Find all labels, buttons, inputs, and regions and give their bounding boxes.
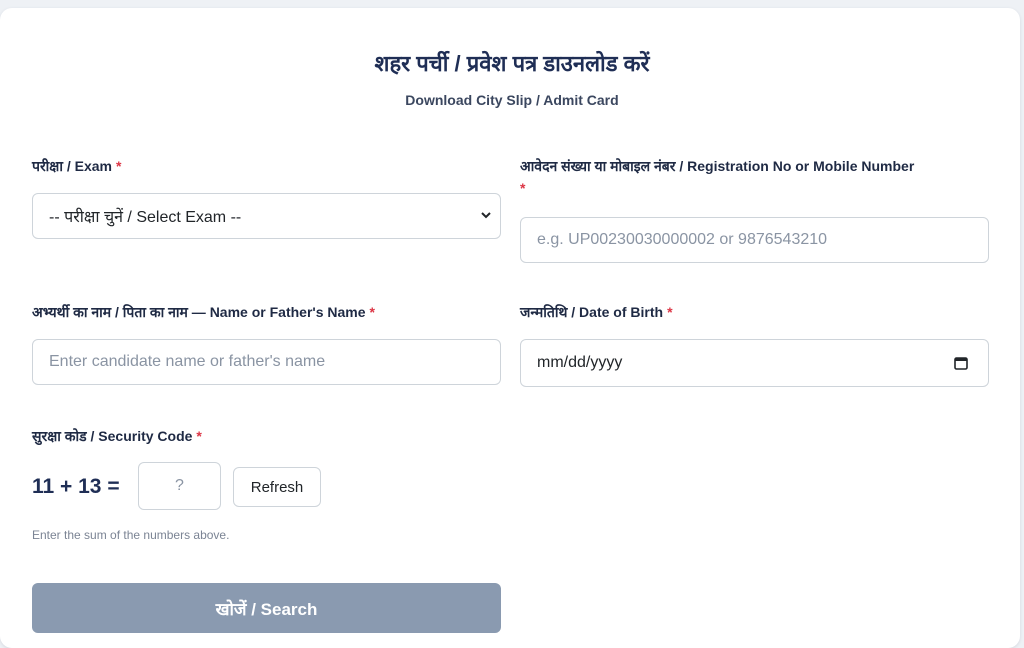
required-marker: * — [116, 158, 122, 174]
dob-label: जन्मतिथि / Date of Birth * — [520, 303, 673, 322]
name-input[interactable]: Enter candidate name or father's name — [32, 339, 501, 385]
required-marker: * — [667, 304, 673, 320]
required-marker: * — [520, 180, 526, 196]
name-placeholder: Enter candidate name or father's name — [49, 353, 326, 370]
exam-label-text: परीक्षा / Exam — [32, 158, 112, 174]
registration-label: आवेदन संख्या या मोबाइल नंबर / Registrati… — [520, 157, 914, 176]
captcha-input[interactable]: ? — [138, 462, 221, 510]
exam-select-value: -- परीक्षा चुनें / Select Exam -- — [49, 209, 242, 226]
dob-value: mm/dd/yyyy — [537, 354, 623, 371]
registration-label-text: आवेदन संख्या या मोबाइल नंबर / Registrati… — [520, 158, 915, 174]
registration-placeholder: e.g. UP00230030000002 or 9876543210 — [537, 231, 828, 248]
required-marker: * — [369, 304, 375, 320]
chevron-down-icon — [481, 212, 491, 219]
registration-required: * — [516, 180, 525, 196]
name-label-text: अभ्यर्थी का नाम / पिता का नाम — Name or … — [32, 304, 366, 320]
dob-input[interactable]: mm/dd/yyyy — [520, 339, 989, 387]
captcha-question: 11 + 13 = — [32, 475, 120, 498]
refresh-button[interactable]: Refresh — [233, 467, 321, 507]
page-title: शहर पर्ची / प्रवेश पत्र डाउनलोड करें — [374, 51, 650, 76]
exam-label: परीक्षा / Exam * — [32, 157, 121, 176]
required-marker: * — [196, 428, 202, 444]
calendar-icon[interactable] — [954, 356, 968, 370]
security-label-text: सुरक्षा कोड / Security Code — [32, 428, 193, 444]
page-subtitle: Download City Slip / Admit Card — [405, 92, 619, 108]
security-label: सुरक्षा कोड / Security Code * — [32, 427, 202, 446]
dob-label-text: जन्मतिथि / Date of Birth — [520, 304, 664, 320]
search-button[interactable]: खोजें / Search — [32, 583, 501, 633]
captcha-placeholder: ? — [175, 477, 184, 494]
captcha-hint: Enter the sum of the numbers above. — [32, 528, 230, 542]
name-label: अभ्यर्थी का नाम / पिता का नाम — Name or … — [32, 303, 375, 322]
registration-input[interactable]: e.g. UP00230030000002 or 9876543210 — [520, 217, 989, 263]
exam-select[interactable]: -- परीक्षा चुनें / Select Exam -- — [32, 193, 501, 239]
